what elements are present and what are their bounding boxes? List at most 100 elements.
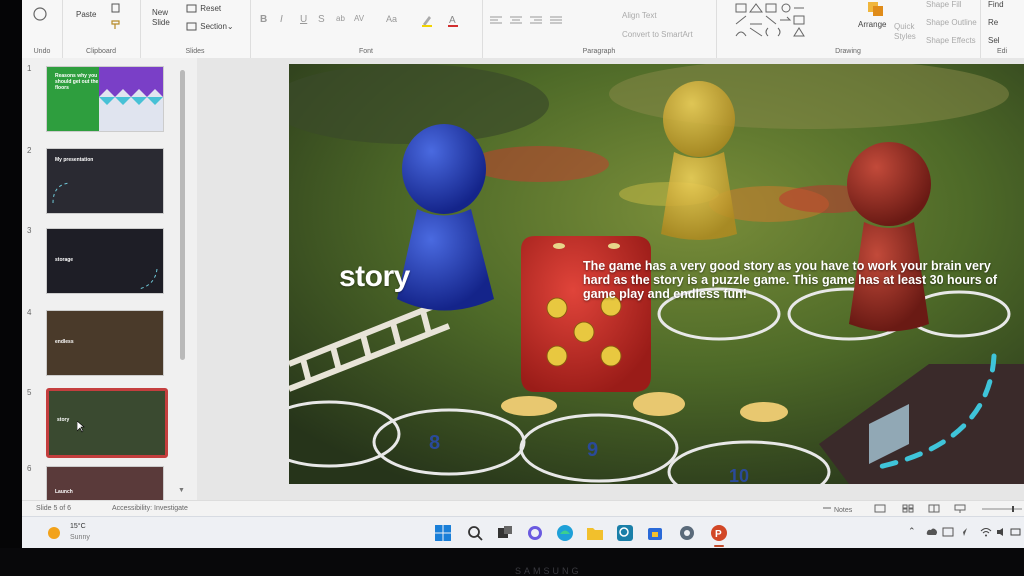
wifi-icon[interactable]: [980, 527, 992, 537]
notes-icon: [823, 507, 831, 509]
bold-button[interactable]: B: [260, 14, 267, 25]
slide-counter: Slide 5 of 6: [36, 505, 72, 512]
strikethrough-button[interactable]: S: [318, 14, 325, 25]
reset-button[interactable]: Reset: [186, 3, 221, 15]
thumbnail-number: 1: [27, 64, 32, 73]
store-icon[interactable]: [646, 524, 664, 542]
slide-thumbnail-4[interactable]: endless: [46, 310, 164, 376]
shape-effects-button[interactable]: Shape Effects: [926, 36, 976, 45]
font-color-icon[interactable]: A: [446, 13, 460, 27]
accessibility-status[interactable]: Accessibility: Investigate: [112, 505, 188, 512]
start-windows-icon[interactable]: [434, 524, 452, 542]
windows-taskbar: 15°C Sunny P ⌃: [22, 516, 1024, 548]
reset-label: Reset: [200, 4, 222, 14]
volume-icon[interactable]: [996, 527, 1008, 537]
find-button[interactable]: Find: [988, 0, 1004, 9]
format-painter-icon[interactable]: [110, 18, 122, 30]
slide-thumbnail-1[interactable]: Reasons why you should get out the floor…: [46, 66, 164, 132]
section-icon: [186, 22, 197, 31]
undo-label: Undo: [33, 48, 51, 55]
drawing-label: Drawing: [835, 48, 861, 55]
slide-thumbnail-6[interactable]: Launch: [46, 466, 164, 502]
shape-outline-button[interactable]: Shape Outline: [926, 18, 977, 27]
shape-fill-button[interactable]: Shape Fill: [926, 0, 962, 9]
section-button[interactable]: Section⌄: [186, 21, 234, 33]
copy-icon[interactable]: [110, 2, 122, 14]
slides-label: Slides: [185, 48, 205, 55]
align-left-icon[interactable]: [490, 16, 502, 26]
slideshow-icon[interactable]: [954, 504, 966, 513]
clipboard-label: Clipboard: [86, 48, 116, 55]
slide-sorter-icon[interactable]: [902, 504, 914, 513]
slide-title[interactable]: story: [339, 260, 410, 294]
undo-icon[interactable]: [32, 6, 48, 22]
thumbnail-title: endless: [55, 339, 74, 345]
file-explorer-icon[interactable]: [586, 524, 604, 542]
align-text-button[interactable]: Align Text: [622, 11, 657, 20]
chat-icon[interactable]: [526, 524, 544, 542]
quick-styles-button[interactable]: Quick Styles: [894, 22, 916, 42]
change-case-button[interactable]: Aa: [386, 14, 397, 24]
battery-icon[interactable]: [1010, 527, 1022, 537]
shapes-gallery-icon[interactable]: [734, 2, 824, 40]
settings-gear-icon[interactable]: [678, 524, 696, 542]
align-right-icon[interactable]: [530, 16, 542, 26]
weather-temperature[interactable]: 15°C: [70, 523, 86, 530]
subscript-button[interactable]: ab: [336, 14, 345, 23]
paragraph-label: Paragraph: [582, 48, 616, 55]
justify-icon[interactable]: [550, 16, 562, 26]
paragraph-group: Align Text Convert to SmartArt Paragraph: [482, 0, 717, 58]
arrange-icon[interactable]: [866, 0, 886, 18]
svg-text:8: 8: [429, 432, 440, 454]
highlight-icon[interactable]: [420, 13, 434, 27]
slide-editing-area: 8 9 10 story The game has a very good st…: [197, 58, 1024, 500]
thumbnail-number: 6: [27, 464, 32, 473]
normal-view-icon[interactable]: [874, 504, 886, 513]
zoom-slider[interactable]: [982, 506, 1022, 512]
arrange-button[interactable]: Arrange: [858, 20, 886, 29]
slide-body-text[interactable]: The game has a very good story as you ha…: [583, 259, 1003, 301]
slide-thumbnail-2[interactable]: My presentation: [46, 148, 164, 214]
monitor-bezel-bottom: SAMSUNG: [0, 548, 1024, 576]
scroll-down-arrow-icon[interactable]: ▼: [178, 487, 185, 494]
thumbnail-number: 5: [27, 388, 32, 397]
reading-view-icon[interactable]: [928, 504, 940, 513]
reset-icon: [186, 4, 197, 13]
thumbnail-scrollbar[interactable]: ▼: [178, 62, 186, 494]
notes-label: Notes: [833, 507, 853, 514]
screen: Undo Paste Clipboard New Slide Reset Sec…: [22, 0, 1024, 548]
magnifier-app-icon[interactable]: [616, 524, 634, 542]
thumbnail-title: Reasons why you should get out the floor…: [55, 73, 99, 91]
undo-group: Undo: [22, 0, 63, 58]
replace-button[interactable]: Re: [988, 18, 998, 27]
search-icon[interactable]: [466, 524, 484, 542]
cloud-icon[interactable]: [926, 527, 938, 537]
thumbnail-number: 2: [27, 146, 32, 155]
monitor-brand-label: SAMSUNG: [515, 566, 582, 576]
new-slide-button[interactable]: New Slide: [152, 8, 170, 28]
edge-browser-icon[interactable]: [556, 524, 574, 542]
weather-description[interactable]: Sunny: [70, 534, 90, 541]
slide-thumbnail-pane: 1 Reasons why you should get out the flo…: [22, 58, 197, 502]
weather-sun-icon[interactable]: [46, 525, 62, 541]
notes-button[interactable]: Notes: [822, 504, 852, 514]
select-button[interactable]: Sel: [988, 36, 1000, 45]
clipboard-group: Paste Clipboard: [62, 0, 141, 58]
powerpoint-icon[interactable]: P: [710, 524, 728, 542]
network-status-icon[interactable]: [942, 527, 954, 537]
scrollbar-thumb[interactable]: [180, 70, 185, 360]
slide-thumbnail-3[interactable]: storage: [46, 228, 164, 294]
align-center-icon[interactable]: [510, 16, 522, 26]
show-hidden-icons-chevron-icon[interactable]: ⌃: [908, 526, 916, 537]
svg-text:9: 9: [587, 439, 598, 461]
paste-button[interactable]: Paste: [76, 10, 96, 19]
underline-button[interactable]: U: [300, 14, 307, 25]
location-icon[interactable]: [958, 527, 968, 537]
convert-smartart-button[interactable]: Convert to SmartArt: [622, 30, 693, 39]
current-slide[interactable]: 8 9 10 story The game has a very good st…: [289, 64, 1024, 484]
editing-label: Edi: [996, 48, 1008, 55]
slide-thumbnail-5[interactable]: story: [46, 388, 168, 458]
italic-button[interactable]: I: [280, 14, 283, 25]
task-view-icon[interactable]: [496, 524, 514, 542]
char-spacing-button[interactable]: AV: [354, 14, 364, 23]
